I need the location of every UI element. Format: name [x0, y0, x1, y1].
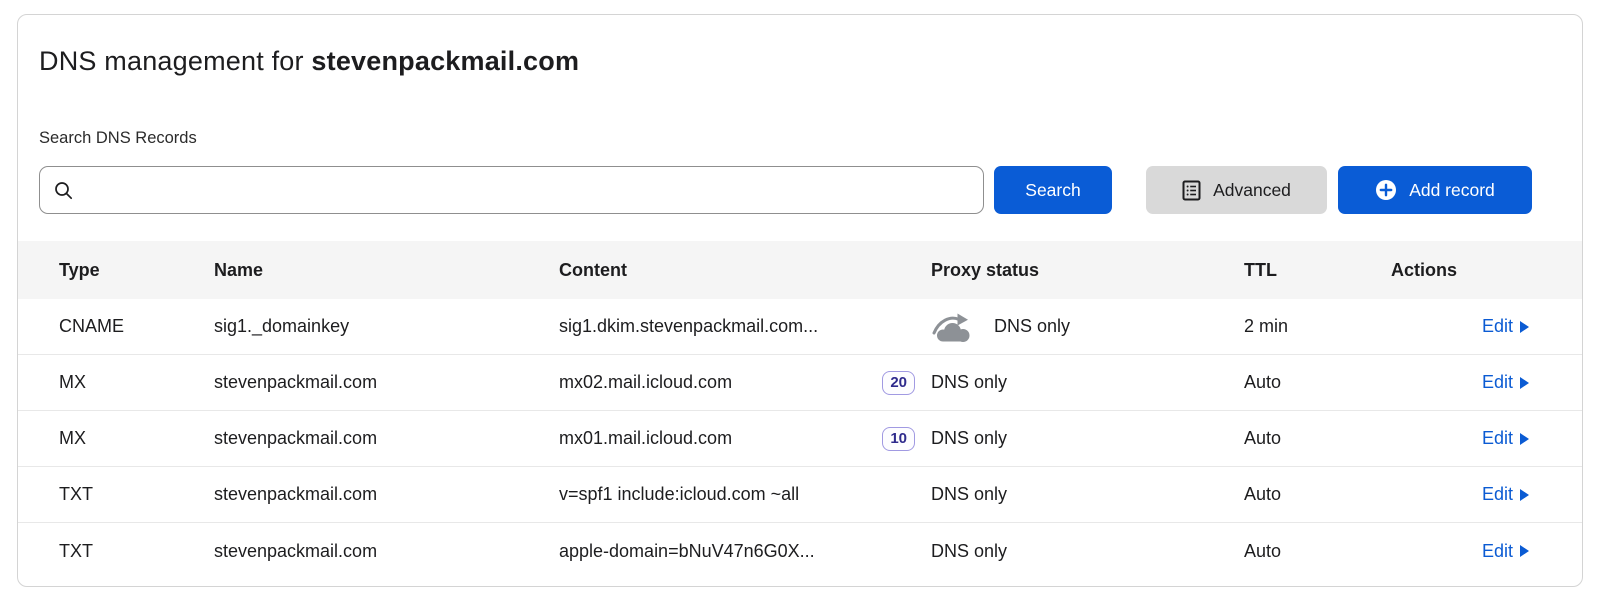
record-name: stevenpackmail.com	[214, 541, 559, 562]
table-header-row: Type Name Content Proxy status TTL Actio…	[18, 241, 1582, 299]
edit-link[interactable]: Edit	[1482, 484, 1529, 505]
proxy-status: DNS only	[931, 428, 1007, 449]
proxy-status: DNS only	[994, 316, 1070, 337]
column-header-ttl: TTL	[1244, 260, 1391, 281]
proxy-status: DNS only	[931, 484, 1007, 505]
proxy-status: DNS only	[931, 372, 1007, 393]
record-content: v=spf1 include:icloud.com ~all	[559, 484, 799, 505]
record-type: CNAME	[59, 316, 214, 337]
record-ttl: Auto	[1244, 541, 1391, 562]
column-header-proxy-status: Proxy status	[931, 260, 1244, 281]
page-title: DNS management for stevenpackmail.com	[39, 46, 1582, 77]
table-row: TXT stevenpackmail.com apple-domain=bNuV…	[18, 523, 1582, 579]
column-header-type: Type	[59, 260, 214, 281]
edit-link[interactable]: Edit	[1482, 541, 1529, 562]
right-triangle-icon	[1520, 433, 1529, 445]
record-content: mx02.mail.icloud.com	[559, 372, 732, 393]
edit-link-label: Edit	[1482, 372, 1513, 393]
table-body: CNAME sig1._domainkey sig1.dkim.stevenpa…	[18, 299, 1582, 579]
right-triangle-icon	[1520, 377, 1529, 389]
record-ttl: Auto	[1244, 372, 1391, 393]
add-record-button-label: Add record	[1409, 180, 1495, 201]
search-icon	[54, 181, 73, 200]
edit-link[interactable]: Edit	[1482, 316, 1529, 337]
record-type: MX	[59, 372, 214, 393]
edit-link[interactable]: Edit	[1482, 372, 1529, 393]
record-type: TXT	[59, 541, 214, 562]
plus-circle-icon	[1375, 179, 1397, 201]
dns-only-cloud-arrow-icon	[931, 311, 975, 343]
search-input[interactable]	[83, 180, 969, 200]
record-ttl: Auto	[1244, 484, 1391, 505]
record-name: stevenpackmail.com	[214, 484, 559, 505]
column-header-name: Name	[214, 260, 559, 281]
record-ttl: Auto	[1244, 428, 1391, 449]
edit-link-label: Edit	[1482, 316, 1513, 337]
table-row: MX stevenpackmail.com mx01.mail.icloud.c…	[18, 411, 1582, 467]
record-type: MX	[59, 428, 214, 449]
priority-badge: 10	[882, 427, 915, 451]
edit-link[interactable]: Edit	[1482, 428, 1529, 449]
dns-records-table: Type Name Content Proxy status TTL Actio…	[18, 241, 1582, 579]
advanced-button[interactable]: Advanced	[1146, 166, 1327, 214]
table-row: MX stevenpackmail.com mx02.mail.icloud.c…	[18, 355, 1582, 411]
right-triangle-icon	[1520, 489, 1529, 501]
record-content: apple-domain=bNuV47n6G0X...	[559, 541, 815, 562]
advanced-button-label: Advanced	[1213, 180, 1291, 201]
right-triangle-icon	[1520, 545, 1529, 557]
page-title-prefix: DNS management for	[39, 46, 311, 76]
list-document-icon	[1182, 180, 1201, 201]
right-triangle-icon	[1520, 321, 1529, 333]
search-box[interactable]	[39, 166, 984, 214]
edit-link-label: Edit	[1482, 428, 1513, 449]
record-type: TXT	[59, 484, 214, 505]
search-button[interactable]: Search	[994, 166, 1112, 214]
column-header-actions: Actions	[1391, 260, 1529, 281]
table-row: CNAME sig1._domainkey sig1.dkim.stevenpa…	[18, 299, 1582, 355]
column-header-content: Content	[559, 260, 931, 281]
edit-link-label: Edit	[1482, 541, 1513, 562]
dns-management-card: DNS management for stevenpackmail.com Se…	[17, 14, 1583, 587]
record-ttl: 2 min	[1244, 316, 1391, 337]
search-records-label: Search DNS Records	[39, 129, 197, 148]
table-row: TXT stevenpackmail.com v=spf1 include:ic…	[18, 467, 1582, 523]
search-toolbar: Search Advanced Add record	[39, 166, 1532, 214]
priority-badge: 20	[882, 371, 915, 395]
edit-link-label: Edit	[1482, 484, 1513, 505]
page-title-domain: stevenpackmail.com	[311, 46, 579, 76]
record-content: sig1.dkim.stevenpackmail.com...	[559, 316, 818, 337]
add-record-button[interactable]: Add record	[1338, 166, 1532, 214]
record-name: stevenpackmail.com	[214, 372, 559, 393]
record-content: mx01.mail.icloud.com	[559, 428, 732, 449]
record-name: sig1._domainkey	[214, 316, 559, 337]
proxy-status: DNS only	[931, 541, 1007, 562]
record-name: stevenpackmail.com	[214, 428, 559, 449]
